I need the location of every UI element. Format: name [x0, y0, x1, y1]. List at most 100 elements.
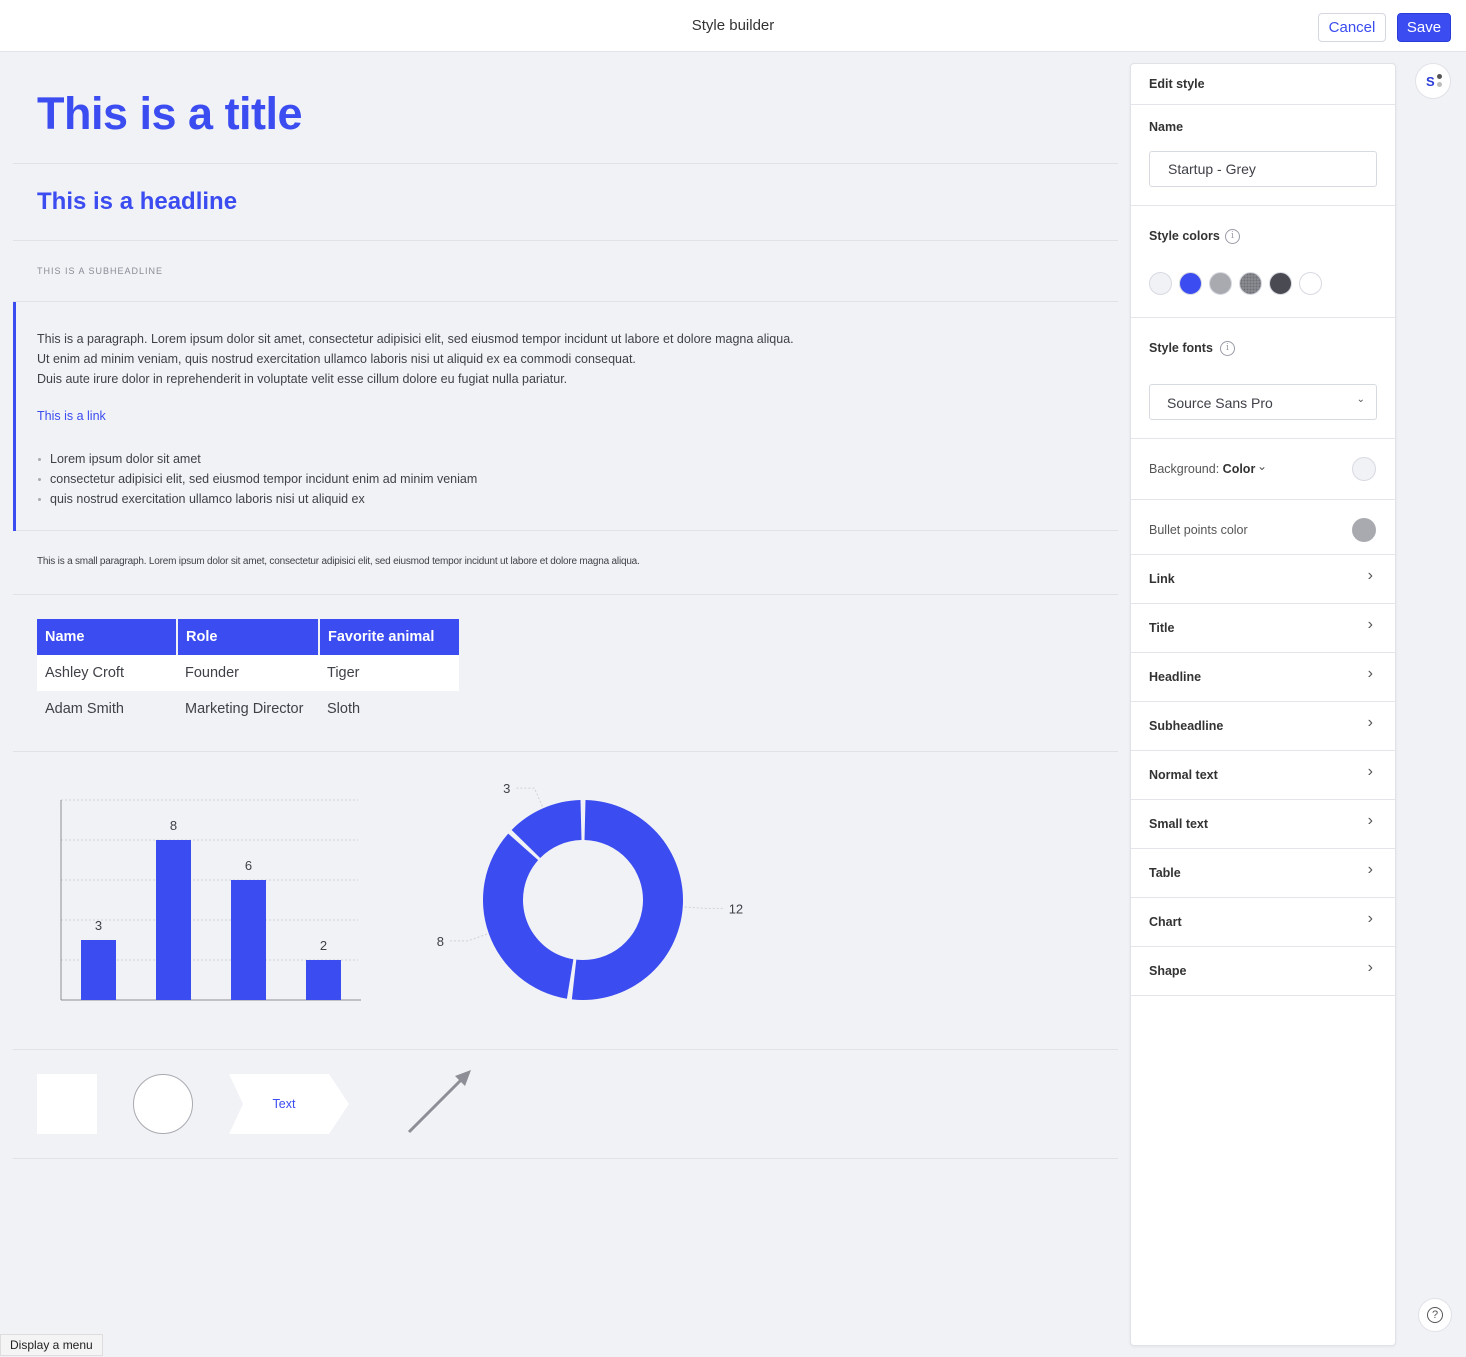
sample-title: This is a title [37, 88, 303, 139]
sample-link[interactable]: This is a link [37, 409, 106, 423]
style-category-subheadline[interactable]: Subheadline › [1131, 702, 1395, 751]
bar-data-label: 8 [170, 818, 177, 833]
chevron-right-icon: › [1367, 763, 1373, 780]
table-header-cell: Name [37, 619, 178, 655]
chevron-right-icon: › [1367, 714, 1373, 731]
color-swatch[interactable] [1299, 272, 1322, 295]
panel-header: Edit style [1131, 64, 1395, 105]
style-category-label: Shape [1149, 964, 1187, 978]
color-swatch[interactable] [1149, 272, 1172, 295]
donut-data-label: 3 [503, 781, 510, 796]
font-select-value: Source Sans Pro [1167, 395, 1273, 411]
style-category-headline[interactable]: Headline › [1131, 653, 1395, 702]
background-label-text: Background: [1149, 462, 1220, 476]
list-item: quis nostrud exercitation ullamco labori… [37, 489, 477, 509]
paragraph-section[interactable]: This is a paragraph. Lorem ipsum dolor s… [13, 302, 1118, 531]
style-category-label: Link [1149, 572, 1175, 586]
headline-section[interactable]: This is a headline [13, 164, 1118, 241]
list-item: Lorem ipsum dolor sit amet [37, 449, 477, 469]
bar-data-label: 6 [245, 858, 252, 873]
table-cell: Sloth [327, 701, 361, 717]
style-category-chart[interactable]: Chart › [1131, 898, 1395, 947]
table-row: Adam Smith Marketing Director Sloth [37, 691, 459, 727]
avatar-dot-icon [1437, 82, 1442, 87]
avatar[interactable]: S [1415, 63, 1451, 99]
style-category-normal-text[interactable]: Normal text › [1131, 751, 1395, 800]
bar [81, 940, 116, 1000]
question-icon: ? [1427, 1307, 1443, 1323]
line-arrow-shape [407, 1070, 471, 1134]
donut-slice [571, 800, 683, 1000]
edit-style-panel: Edit style Name Style colors i Style fon… [1130, 63, 1396, 1346]
paragraph-line: This is a paragraph. Lorem ipsum dolor s… [37, 332, 794, 346]
shape-section[interactable]: Text [13, 1050, 1118, 1159]
background-label[interactable]: Background: Color [1149, 462, 1255, 476]
style-category-label: Headline [1149, 670, 1202, 684]
style-preview-canvas: This is a title This is a headline This … [13, 63, 1118, 1357]
style-category-small-text[interactable]: Small text › [1131, 800, 1395, 849]
chevron-right-icon: › [1367, 959, 1373, 976]
style-category-shape[interactable]: Shape › [1131, 947, 1395, 996]
style-fonts-section: Style fonts i Source Sans Pro ⌄ [1131, 318, 1395, 439]
chart-canvas: 3 8 6 2 3 12 8 [60, 781, 743, 1001]
sample-subheadline: This is a subheadline [37, 266, 164, 276]
info-icon[interactable]: i [1225, 229, 1240, 244]
help-button[interactable]: ? [1418, 1298, 1452, 1332]
table-cell: Tiger [319, 655, 459, 691]
style-name-input[interactable] [1149, 151, 1377, 187]
donut-label-leader [684, 906, 723, 909]
paragraph-line: Ut enim ad minim veniam, quis nostrud ex… [37, 352, 636, 366]
table-header-cell: Role [177, 619, 320, 655]
background-mode: Color [1222, 462, 1256, 476]
donut-slice [483, 833, 574, 999]
subheadline-section[interactable]: This is a subheadline [13, 241, 1118, 302]
style-category-label: Normal text [1149, 768, 1218, 782]
chevron-down-icon[interactable]: ⌄ [1257, 459, 1267, 473]
paragraph-line: Duis aute irure dolor in reprehenderit i… [37, 372, 568, 386]
bullet-color-section: Bullet points color [1131, 500, 1395, 555]
selection-bar [13, 302, 16, 531]
bar [231, 880, 266, 1000]
color-swatch[interactable] [1239, 272, 1262, 295]
table-section[interactable]: Name Role Favorite animal Ashley Croft F… [13, 595, 1118, 752]
name-section: Name [1131, 105, 1395, 206]
small-text-section[interactable]: This is a small paragraph. Lorem ipsum d… [13, 531, 1118, 595]
sample-table: Name Role Favorite animal Ashley Croft F… [37, 619, 459, 727]
cancel-button[interactable]: Cancel [1318, 13, 1386, 42]
color-swatch[interactable] [1269, 272, 1292, 295]
table-header-cell: Favorite animal [319, 619, 459, 655]
font-select[interactable]: Source Sans Pro ⌄ [1149, 384, 1377, 420]
style-category-label: Small text [1149, 817, 1209, 831]
style-category-label: Chart [1149, 915, 1182, 929]
table-cell: Ashley Croft [37, 655, 177, 691]
table-cell: Founder [177, 655, 319, 691]
color-swatch[interactable] [1179, 272, 1202, 295]
donut-label-leader [450, 933, 488, 942]
style-category-table[interactable]: Table › [1131, 849, 1395, 898]
style-category-title[interactable]: Title › [1131, 604, 1395, 653]
style-colors-label: Style colors [1149, 229, 1220, 243]
chevron-right-icon: › [1367, 910, 1373, 927]
bullet-color-label: Bullet points color [1149, 523, 1248, 537]
chevron-down-icon: ⌄ [1356, 394, 1365, 405]
style-category-link[interactable]: Link › [1131, 555, 1395, 604]
bullet-color-picker[interactable] [1352, 518, 1376, 542]
bar [306, 960, 341, 1000]
sample-headline: This is a headline [37, 188, 238, 215]
list-item: consectetur adipisici elit, sed eiusmod … [37, 469, 477, 489]
save-button[interactable]: Save [1397, 13, 1451, 42]
background-color-picker[interactable] [1352, 457, 1376, 481]
panel-heading: Edit style [1149, 77, 1205, 91]
display-menu-tooltip[interactable]: Display a menu [0, 1334, 103, 1356]
donut-data-label: 12 [729, 901, 743, 916]
title-section[interactable]: This is a title [13, 63, 1118, 164]
style-colors-section: Style colors i [1131, 206, 1395, 318]
chart-section[interactable]: 3 8 6 2 3 12 8 [13, 752, 1118, 1050]
color-swatch[interactable] [1209, 272, 1232, 295]
shape-text: Text [272, 1097, 296, 1111]
info-icon[interactable]: i [1220, 341, 1235, 356]
style-category-label: Table [1149, 866, 1181, 880]
avatar-dot-icon [1437, 74, 1442, 79]
donut-data-label: 8 [437, 934, 444, 949]
square-shape [37, 1074, 97, 1134]
